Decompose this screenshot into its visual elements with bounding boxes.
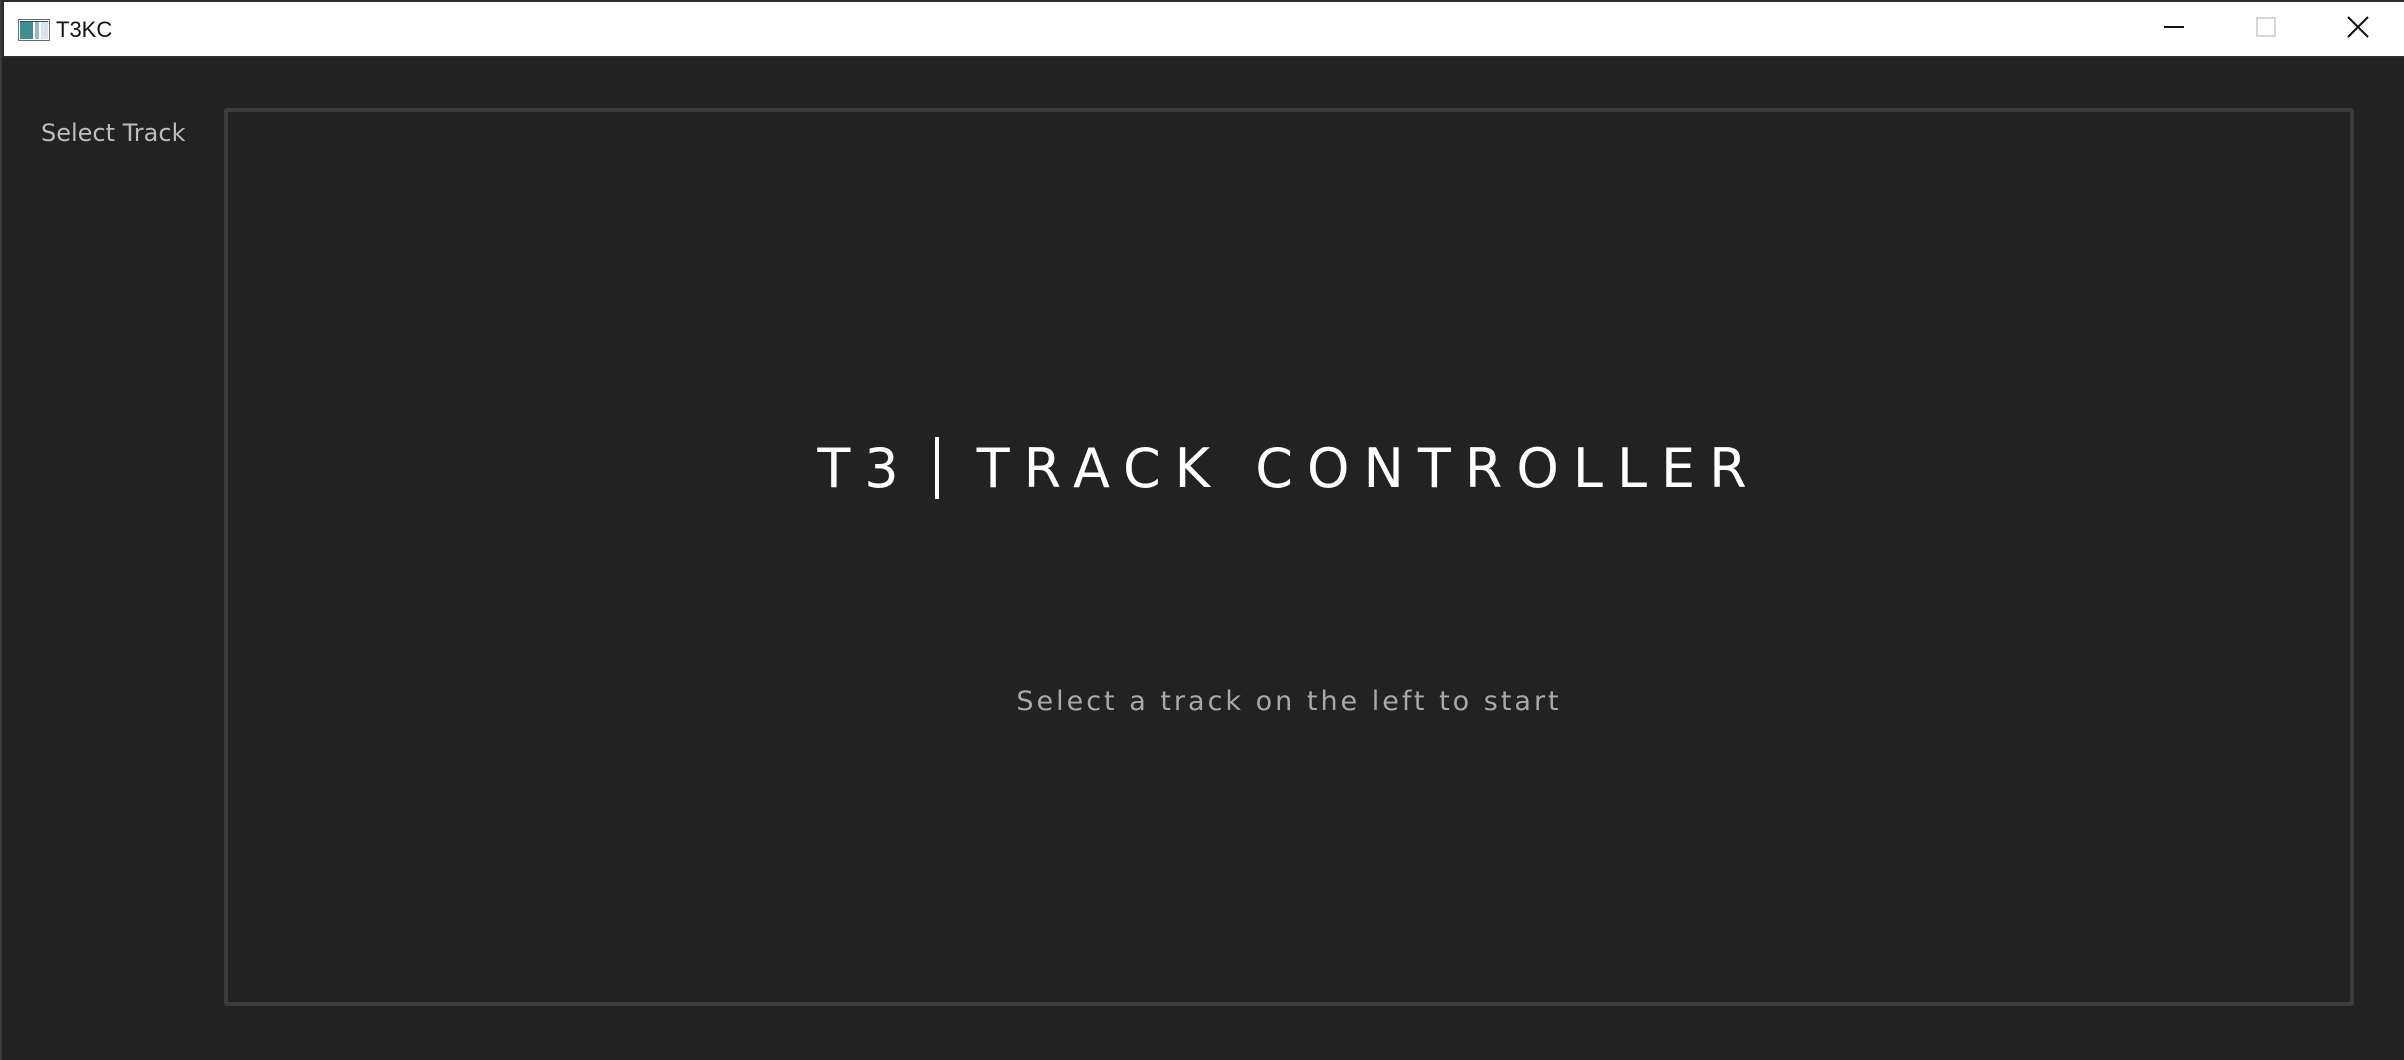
close-icon [2347,16,2369,42]
headline-right: TRACK CONTROLLER [976,437,1761,500]
headline-left: T3 [817,437,913,500]
title-separator [934,437,939,500]
maximize-button[interactable] [2220,2,2312,56]
window-title: T3KC [56,17,113,42]
close-button[interactable] [2312,2,2404,56]
main-panel: T3 TRACK CONTROLLER Select a track on the… [224,108,2354,1006]
app-window-icon [18,19,50,41]
select-track-label: Select Track [41,119,186,147]
minimize-icon [2164,17,2184,41]
minimize-button[interactable] [2128,2,2220,56]
page-title: T3 TRACK CONTROLLER [228,434,2350,504]
title-bar[interactable]: T3KC [2,0,2404,58]
start-hint: Select a track on the left to start [1016,686,1562,717]
app-window: T3KC Select Track T3 TRACK CONTROLLER Se… [0,0,2404,1060]
maximize-icon [2256,17,2276,41]
